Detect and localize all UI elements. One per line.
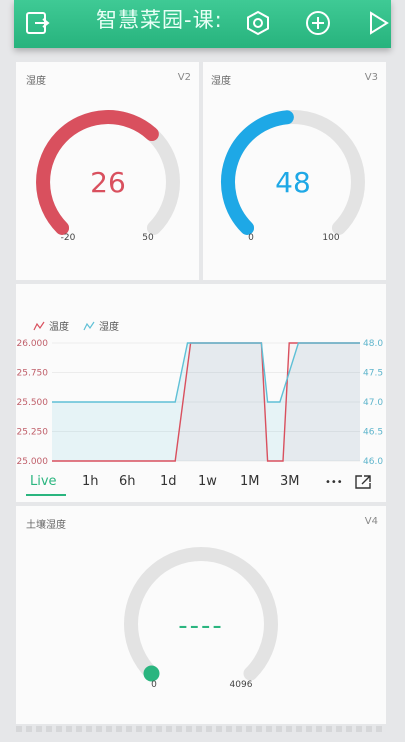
more-icon[interactable]: ••• — [325, 477, 343, 488]
project-title: 智慧菜园-课: — [96, 8, 223, 32]
left-tick-label: 25.000 — [17, 457, 49, 467]
line-chart: 温度 湿度 26.000 48.0 25.750 47.5 25.500 47.0 25.2… — [17, 320, 384, 467]
app-header: 智慧菜园-课: — [14, 0, 391, 48]
legend-label: 温度 — [49, 320, 69, 333]
exit-icon[interactable] — [22, 9, 52, 37]
gauge-value: 48 — [275, 166, 311, 199]
gauge-value: ---- — [178, 611, 224, 641]
gauge-min: -20 — [61, 233, 76, 243]
right-tick-label: 46.0 — [363, 457, 383, 467]
bottom-edge — [16, 726, 386, 732]
gauge-widget-soil-moisture[interactable]: 土壤湿度 V4 ---- 0 4096 — [16, 506, 386, 724]
settings-hex-icon[interactable] — [243, 9, 273, 37]
right-tick-label: 48.0 — [363, 339, 383, 349]
legend-item: 温度 — [33, 320, 69, 333]
left-tick-label: 25.250 — [17, 428, 49, 438]
gauge-min: 0 — [151, 680, 157, 690]
tab-1d[interactable]: 1d — [160, 474, 177, 489]
legend-label: 湿度 — [99, 320, 119, 333]
expand-icon[interactable] — [354, 474, 372, 494]
gauge-min: 0 — [248, 233, 254, 243]
right-tick-label: 46.5 — [363, 428, 383, 438]
tab-6h[interactable]: 6h — [119, 474, 136, 489]
chart-legend: 温度 湿度 — [33, 320, 119, 333]
gauge-max: 100 — [322, 233, 339, 243]
right-tick-label: 47.5 — [363, 369, 383, 379]
tab-1m[interactable]: 1M — [240, 474, 260, 489]
time-range-tabs: Live 1h 6h 1d 1w 1M 3M ••• — [22, 470, 382, 498]
gauge-max: 50 — [142, 233, 154, 243]
gauge-widget-temperature[interactable]: 湿度 V2 26 -20 50 — [16, 62, 199, 280]
left-tick-label: 25.500 — [17, 398, 49, 408]
gauge: ---- 0 4096 — [124, 547, 278, 690]
left-tick-label: 26.000 — [17, 339, 49, 349]
superchart-widget[interactable]: 温度 湿度 26.000 48.0 25.750 47.5 25.500 47.0 25.2… — [16, 284, 386, 502]
gauge-widget-humidity[interactable]: 湿度 V3 48 0 100 — [203, 62, 386, 280]
tab-live[interactable]: Live — [30, 474, 57, 489]
add-circle-icon[interactable] — [303, 9, 333, 37]
tab-1w[interactable]: 1w — [198, 474, 217, 489]
gauge: 26 -20 50 — [36, 110, 180, 243]
left-tick-label: 25.750 — [17, 369, 49, 379]
gauge-max: 4096 — [230, 680, 253, 690]
right-tick-label: 47.0 — [363, 398, 383, 408]
gauge: 48 0 100 — [221, 110, 365, 243]
gauge-value: 26 — [90, 166, 126, 199]
play-icon[interactable] — [363, 9, 393, 37]
tab-3m[interactable]: 3M — [280, 474, 300, 489]
active-tab-indicator — [26, 494, 66, 496]
legend-item: 湿度 — [83, 320, 119, 333]
tab-1h[interactable]: 1h — [82, 474, 99, 489]
plot-area: 26.000 48.0 25.750 47.5 25.500 47.0 25.250 46.5… — [17, 339, 384, 467]
